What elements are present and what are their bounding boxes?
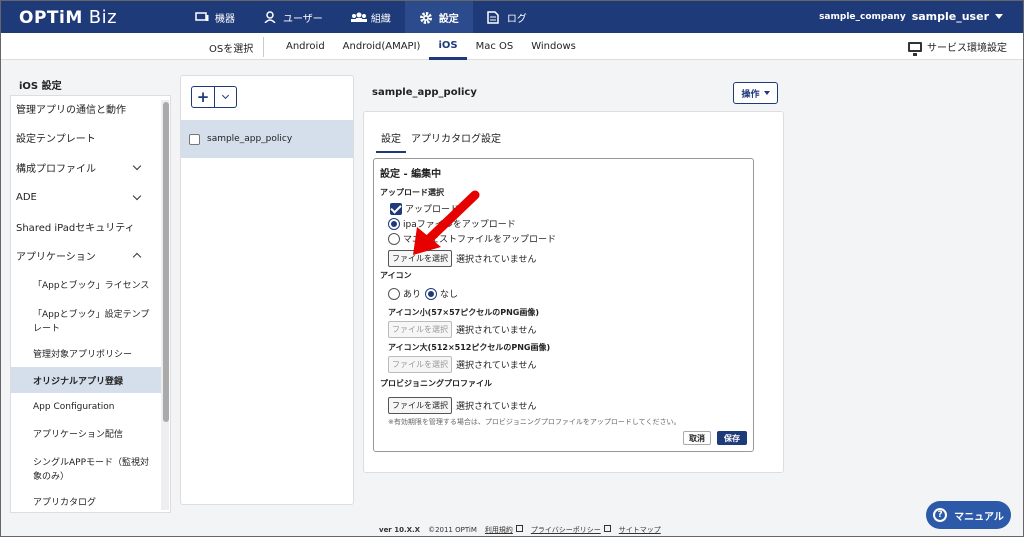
sidebar-item-app-communication[interactable]: 管理アプリの通信と動作 xyxy=(11,96,161,121)
tab-windows[interactable]: Windows xyxy=(522,33,585,60)
no-file-text: 選択されていません xyxy=(456,402,537,412)
choose-file-button[interactable]: ファイルを選択 xyxy=(388,321,452,338)
tab-macos[interactable]: Mac OS xyxy=(467,33,523,60)
chevron-up-icon xyxy=(132,252,142,262)
settings-card: 設定 アプリカタログ設定 設定 - 編集中 アップロード選択 アップロード ip… xyxy=(363,111,784,473)
service-setting-link[interactable]: サービス環境設定 xyxy=(908,39,1007,56)
sidebar-item-single-app-mode[interactable]: シングルAPPモード（監視対 象のみ） xyxy=(11,450,161,488)
user-name: sample_user xyxy=(911,10,989,23)
external-link-icon xyxy=(515,525,523,532)
policy-list-panel: + sample_app_policy xyxy=(180,75,354,505)
icon-large-label: アイコン大(512×512ピクセルのPNG画像) xyxy=(388,343,551,352)
save-button[interactable]: 保存 xyxy=(717,431,747,445)
icon-small-label: アイコン小(57×57ピクセルのPNG画像) xyxy=(388,308,540,317)
tab-settings[interactable]: 設定 xyxy=(376,126,406,153)
provision-label: プロビジョニングプロファイル xyxy=(380,379,492,388)
log-icon xyxy=(487,11,501,24)
sidebar-item-config-profile[interactable]: 構成プロファイル xyxy=(11,155,161,180)
policy-title: sample_app_policy xyxy=(372,87,477,98)
footer: ver 10.X.X ©2011 OPTiM 利用規約 プライバシーポリシー サ… xyxy=(379,525,661,535)
chevron-down-icon xyxy=(132,161,142,171)
sidebar-scroll-thumb[interactable] xyxy=(163,102,169,422)
chevron-down-icon xyxy=(221,91,230,100)
os-tabs: Android Android(AMAPI) iOS Mac OS Window… xyxy=(277,33,585,60)
tab-ios[interactable]: iOS xyxy=(429,33,467,60)
top-bar: OPTiM Biz 機器 ユーザー 組織 設定 ログ sample_compan… xyxy=(1,1,1023,33)
radio-icon xyxy=(388,287,400,300)
cancel-button[interactable]: 取消 xyxy=(683,431,711,445)
tab-android[interactable]: Android xyxy=(277,33,334,60)
user-icon xyxy=(263,11,277,24)
sidebar: 管理アプリの通信と動作 設定テンプレート 構成プロファイル ADE Shared… xyxy=(10,95,171,513)
provision-note: ※有効期限を管理する場合は、プロビジョニングプロファイルをアップロードしてくださ… xyxy=(388,418,681,426)
nav-users[interactable]: ユーザー xyxy=(249,1,337,33)
user-menu[interactable]: sample_company sample_user xyxy=(819,10,1003,23)
company-name: sample_company xyxy=(819,11,906,22)
provision-picker: ファイルを選択 選択されていません xyxy=(388,397,536,414)
nav-devices[interactable]: 機器 xyxy=(181,1,249,33)
sidebar-title: iOS 設定 xyxy=(19,81,62,92)
add-dropdown-button[interactable] xyxy=(215,86,237,108)
gear-icon xyxy=(419,11,433,24)
annotation-arrow-icon xyxy=(413,190,480,255)
caret-down-icon xyxy=(763,91,770,95)
sidebar-item-app-delivery[interactable]: アプリケーション配信 xyxy=(11,421,161,446)
row-checkbox[interactable] xyxy=(189,133,200,145)
device-icon xyxy=(195,11,209,23)
caret-down-icon xyxy=(995,14,1003,19)
list-item[interactable]: sample_app_policy xyxy=(181,120,353,158)
no-file-text: 選択されていません xyxy=(456,361,537,371)
manual-button[interactable]: ? マニュアル xyxy=(926,501,1011,529)
icon-label: アイコン xyxy=(380,271,412,280)
version-text: ver 10.X.X xyxy=(379,526,421,534)
sidebar-item-original-app[interactable]: オリジナルアプリ登録 xyxy=(11,367,161,393)
help-icon: ? xyxy=(933,508,948,522)
nav-log[interactable]: ログ xyxy=(473,1,541,33)
icon-small-picker: ファイルを選択 選択されていません xyxy=(388,321,536,338)
choose-file-button[interactable]: ファイルを選択 xyxy=(388,356,452,373)
sidebar-item-app-configuration[interactable]: App Configuration xyxy=(11,394,161,419)
divider xyxy=(263,37,264,57)
radio-icon-yes[interactable]: あり xyxy=(388,287,421,300)
chevron-down-icon xyxy=(132,191,142,201)
organization-icon xyxy=(350,11,367,23)
external-link-icon xyxy=(603,525,611,532)
add-button-group: + xyxy=(191,86,237,108)
sidebar-item-app-catalog[interactable]: アプリカタログ xyxy=(11,489,161,512)
main-nav: 機器 ユーザー 組織 設定 ログ xyxy=(181,1,541,33)
add-button[interactable]: + xyxy=(191,86,215,108)
sitemap-link[interactable]: サイトマップ xyxy=(619,525,661,535)
app-window: OPTiM Biz 機器 ユーザー 組織 設定 ログ sample_compan… xyxy=(0,0,1024,537)
no-file-text: 選択されていません xyxy=(456,326,537,336)
sidebar-item-apps-books-template[interactable]: 「Appとブック」設定テンプ レート xyxy=(11,301,161,339)
nav-organization[interactable]: 組織 xyxy=(337,1,405,33)
sidebar-item-shared-ipad[interactable]: Shared iPadセキュリティ xyxy=(11,214,161,239)
sidebar-item-setting-template[interactable]: 設定テンプレート xyxy=(11,125,161,150)
detail-tabs: 設定 アプリカタログ設定 xyxy=(376,126,506,153)
sidebar-item-applications[interactable]: アプリケーション xyxy=(11,243,161,268)
sidebar-item-apps-books-license[interactable]: 「Appとブック」ライセンス xyxy=(11,272,161,297)
copyright-text: ©2011 OPTiM xyxy=(428,526,477,534)
sidebar-item-managed-app-policy[interactable]: 管理対象アプリポリシー xyxy=(11,341,161,366)
os-subnav: OSを選択 Android Android(AMAPI) iOS Mac OS … xyxy=(1,33,1023,60)
terms-link[interactable]: 利用規約 xyxy=(485,525,523,535)
tab-android-amapi[interactable]: Android(AMAPI) xyxy=(334,33,430,60)
nav-settings[interactable]: 設定 xyxy=(404,1,473,33)
monitor-icon xyxy=(908,41,922,56)
icon-large-picker: ファイルを選択 選択されていません xyxy=(388,356,536,373)
privacy-link[interactable]: プライバシーポリシー xyxy=(531,525,611,535)
logo[interactable]: OPTiM Biz xyxy=(19,7,117,28)
radio-icon-no[interactable]: なし xyxy=(425,287,458,300)
radio-selected-icon xyxy=(388,217,400,230)
tab-app-catalog-settings[interactable]: アプリカタログ設定 xyxy=(406,126,506,153)
sidebar-item-ade[interactable]: ADE xyxy=(11,185,161,210)
choose-file-button[interactable]: ファイルを選択 xyxy=(388,397,452,414)
radio-selected-icon xyxy=(425,287,437,300)
operations-button[interactable]: 操作 xyxy=(733,82,778,104)
radio-icon xyxy=(388,232,400,245)
os-select-label: OSを選択 xyxy=(209,44,254,55)
edit-form-title: 設定 - 編集中 xyxy=(380,169,442,180)
